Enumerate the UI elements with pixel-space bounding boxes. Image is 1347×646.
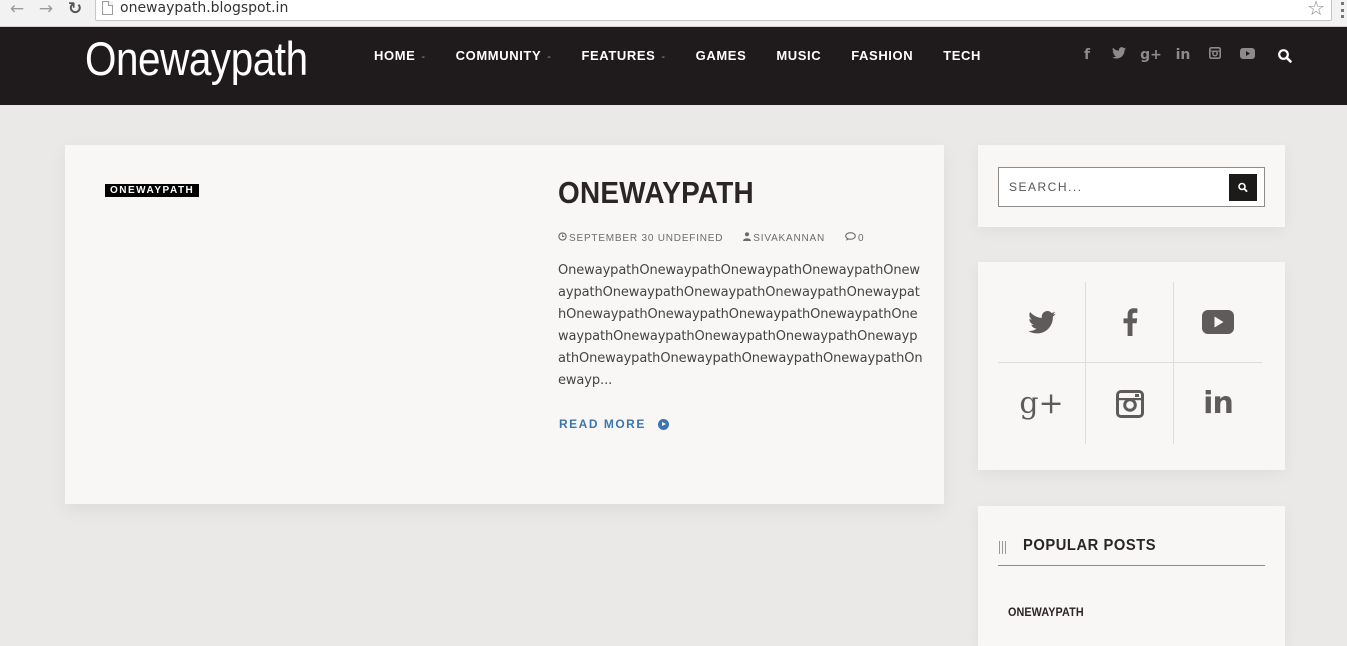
linkedin-icon[interactable]: in xyxy=(1167,47,1199,63)
forward-icon[interactable]: → xyxy=(35,0,57,20)
arrow-circle-right-icon xyxy=(657,418,669,430)
read-more-label: READ MORE xyxy=(559,417,646,431)
post-excerpt: OnewaypathOnewaypathOnewaypathOnewaypath… xyxy=(558,263,923,388)
social-instagram-link[interactable] xyxy=(1086,363,1174,444)
social-linkedin-link[interactable]: in xyxy=(1174,363,1262,444)
post-comments[interactable]: 0 xyxy=(845,232,864,244)
address-bar[interactable]: onewaypath.blogspot.in ☆ xyxy=(95,0,1332,21)
clock-icon xyxy=(558,232,567,244)
comment-icon xyxy=(845,232,856,244)
sidebar-search-box xyxy=(998,167,1265,207)
nav-item-home[interactable]: HOME - xyxy=(374,48,426,63)
post-category-label[interactable]: ONEWAYPATH xyxy=(105,184,200,197)
instagram-icon xyxy=(1115,389,1144,418)
sidebar-popular-posts-widget: POPULAR POSTS ONEWAYPATH xyxy=(978,506,1285,646)
post-meta: SEPTEMBER 30 UNDEFINED SIVAKANNAN 0 xyxy=(558,232,884,244)
facebook-icon xyxy=(1123,308,1137,336)
post-title[interactable]: ONEWAYPATH xyxy=(558,175,754,211)
linkedin-icon: in xyxy=(1203,386,1234,421)
twitter-icon xyxy=(1027,310,1056,333)
nav-label: HOME xyxy=(374,48,416,63)
browser-menu-icon[interactable] xyxy=(1341,2,1344,18)
post-author-text: SIVAKANNAN xyxy=(753,232,826,244)
google-plus-icon: g+ xyxy=(1019,386,1064,421)
nav-label: GAMES xyxy=(695,48,747,63)
nav-item-features[interactable]: FEATURES - xyxy=(582,48,666,63)
facebook-icon[interactable]: f xyxy=(1071,47,1103,63)
google-plus-icon[interactable]: g+ xyxy=(1135,47,1167,63)
post-date: SEPTEMBER 30 UNDEFINED xyxy=(558,232,723,244)
dropdown-caret-icon: - xyxy=(421,51,426,63)
header-social-links: f g+ in xyxy=(1071,47,1263,63)
nav-item-games[interactable]: GAMES xyxy=(696,48,747,63)
sidebar-social-widget: g+ in xyxy=(978,262,1285,470)
star-icon[interactable]: ☆ xyxy=(1307,0,1325,20)
back-icon[interactable]: ← xyxy=(6,0,28,20)
popular-post-item[interactable]: ONEWAYPATH xyxy=(1008,605,1084,619)
site-header: Onewaypath HOME - COMMUNITY - FEATURES - GA… xyxy=(0,27,1347,105)
reload-icon[interactable]: ↻ xyxy=(64,0,86,20)
nav-label: MUSIC xyxy=(776,48,822,63)
post-card: ONEWAYPATH ONEWAYPATH SEPTEMBER 30 UNDEF… xyxy=(65,145,944,504)
divider xyxy=(998,565,1265,566)
social-youtube-link[interactable] xyxy=(1174,282,1262,363)
social-icon-grid: g+ in xyxy=(998,282,1262,444)
social-twitter-link[interactable] xyxy=(998,282,1086,363)
nav-label: FEATURES xyxy=(581,48,656,63)
youtube-icon xyxy=(1202,310,1234,334)
user-icon xyxy=(743,232,752,244)
search-icon xyxy=(1238,182,1248,193)
sidebar-search-input[interactable] xyxy=(999,168,1229,206)
popular-posts-title: POPULAR POSTS xyxy=(1023,537,1157,554)
post-author[interactable]: SIVAKANNAN xyxy=(743,232,825,244)
section-bars-icon xyxy=(999,541,1007,554)
nav-item-tech[interactable]: TECH xyxy=(943,48,981,63)
url-text[interactable]: onewaypath.blogspot.in xyxy=(120,0,288,16)
dropdown-caret-icon: - xyxy=(661,51,666,63)
youtube-icon[interactable] xyxy=(1231,47,1263,63)
main-navigation: HOME - COMMUNITY - FEATURES - GAMES MUSIC F… xyxy=(374,48,1011,63)
nav-label: COMMUNITY xyxy=(455,48,542,63)
twitter-icon[interactable] xyxy=(1103,47,1135,63)
nav-label: TECH xyxy=(943,48,982,63)
nav-item-music[interactable]: MUSIC xyxy=(776,48,821,63)
post-comment-count: 0 xyxy=(858,232,865,244)
post-date-text: SEPTEMBER 30 UNDEFINED xyxy=(569,232,724,244)
browser-toolbar: ← → ↻ onewaypath.blogspot.in ☆ xyxy=(0,0,1347,27)
read-more-link[interactable]: READ MORE xyxy=(559,417,669,431)
nav-label: FASHION xyxy=(851,48,914,63)
sidebar-search-widget xyxy=(978,145,1285,227)
dropdown-caret-icon: - xyxy=(547,51,552,63)
instagram-icon[interactable] xyxy=(1199,47,1231,63)
social-facebook-link[interactable] xyxy=(1086,282,1174,363)
social-google-plus-link[interactable]: g+ xyxy=(998,363,1086,444)
sidebar-search-button[interactable] xyxy=(1229,174,1257,201)
page-icon xyxy=(102,1,113,15)
nav-item-community[interactable]: COMMUNITY - xyxy=(456,48,552,63)
nav-item-fashion[interactable]: FASHION xyxy=(851,48,913,63)
site-logo[interactable]: Onewaypath xyxy=(85,31,308,86)
search-icon[interactable] xyxy=(1277,48,1293,64)
